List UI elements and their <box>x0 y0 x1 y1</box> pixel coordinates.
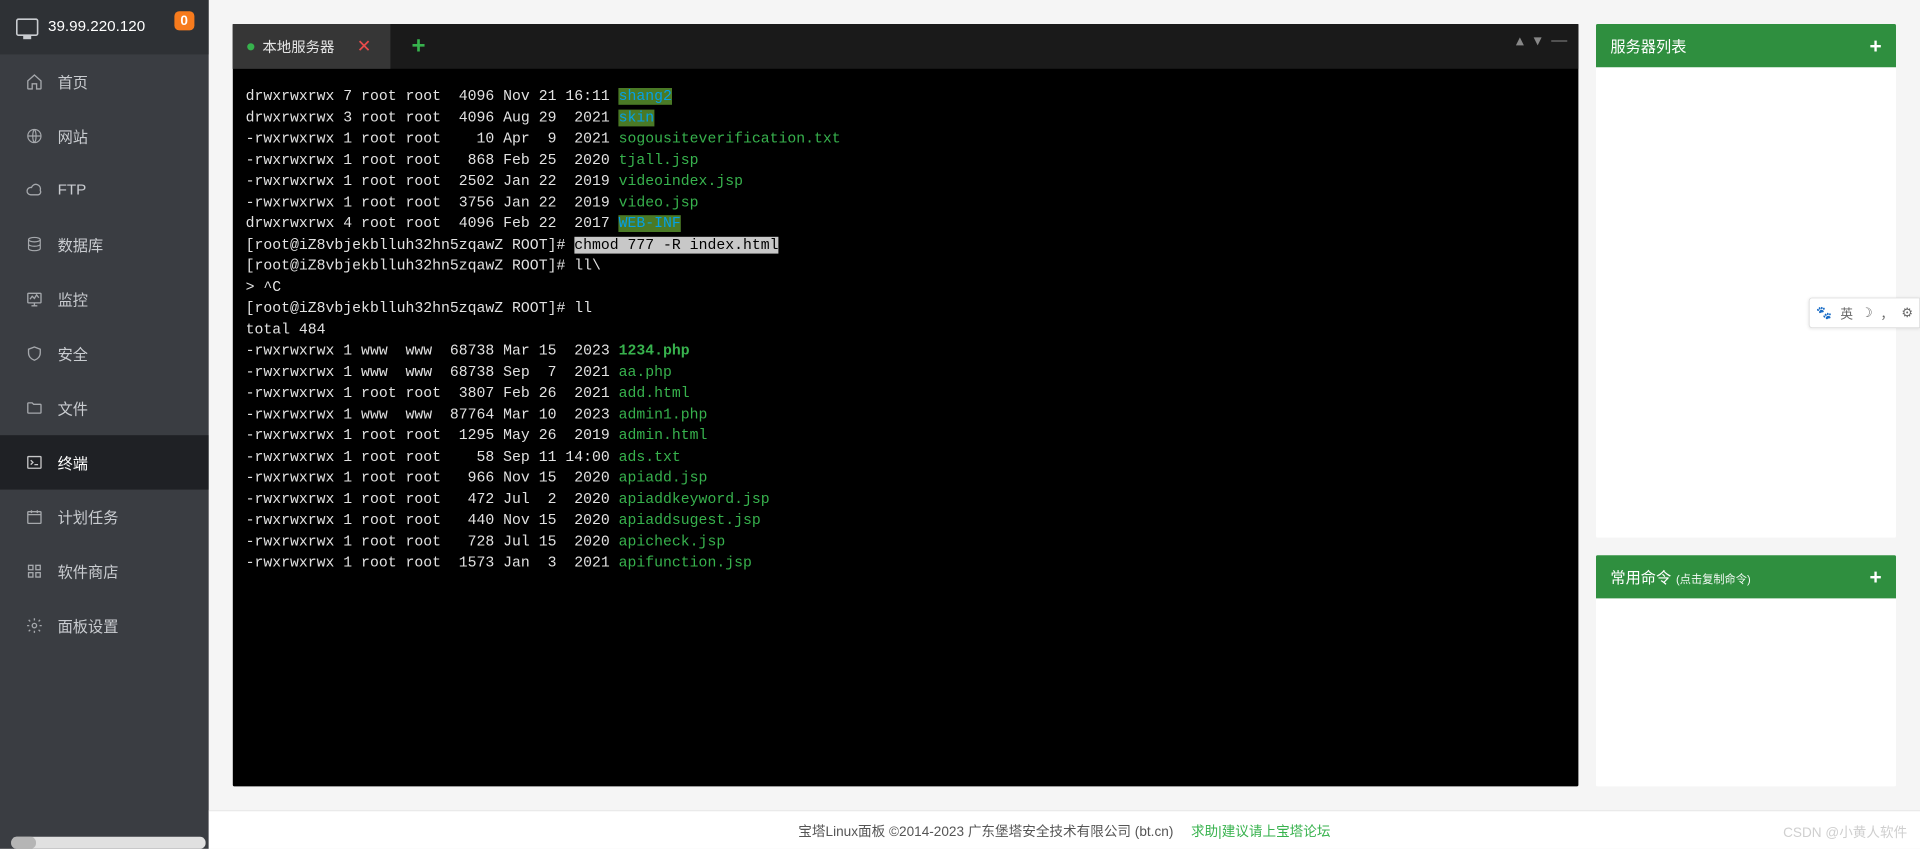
sidebar-item-label: 网站 <box>58 125 88 147</box>
terminal-container: 本地服务器 ✕ + ▴ ▾ — drwxrwxrwx 7 root root 4… <box>233 24 1579 787</box>
tabs-controls: ▴ ▾ — <box>1513 30 1571 50</box>
sidebar-item-files[interactable]: 文件 <box>0 381 209 435</box>
watermark: CSDN @小黄人软件 <box>1783 821 1907 841</box>
close-icon[interactable]: ✕ <box>357 36 372 57</box>
gear-icon <box>26 617 44 635</box>
calendar-icon <box>26 508 44 526</box>
footer: 宝塔Linux面板 ©2014-2023 广东堡塔安全技术有限公司 (bt.cn… <box>209 811 1920 849</box>
add-tab-button[interactable]: + <box>412 33 426 60</box>
add-server-button[interactable]: + <box>1869 33 1881 58</box>
sidebar-item-security[interactable]: 安全 <box>0 326 209 380</box>
notification-badge[interactable]: 0 <box>174 11 194 30</box>
sidebar-item-label: 计划任务 <box>58 506 119 528</box>
ime-lang[interactable]: 英 <box>1840 303 1853 322</box>
server-icon <box>16 18 38 36</box>
footer-links[interactable]: 求助|建议请上宝塔论坛 <box>1191 820 1331 840</box>
settings-icon[interactable]: — <box>1548 31 1570 49</box>
tab-label: 本地服务器 <box>262 36 334 57</box>
sidebar-item-panel[interactable]: 面板设置 <box>0 598 209 652</box>
server-list-panel: 服务器列表 + <box>1596 24 1896 538</box>
sidebar-item-label: 文件 <box>58 397 88 419</box>
comma-icon[interactable]: ， <box>1881 303 1894 322</box>
collapse-up-icon[interactable]: ▴ <box>1513 30 1527 50</box>
commands-body <box>1596 599 1896 693</box>
home-icon <box>26 73 44 91</box>
sidebar: 39.99.220.120 0 首页网站 FTP 数据库监控安全文件终端计划任务软件… <box>0 0 209 849</box>
status-dot-icon <box>247 43 254 50</box>
main-area: 本地服务器 ✕ + ▴ ▾ — drwxrwxrwx 7 root root 4… <box>209 0 1920 849</box>
terminal-output[interactable]: drwxrwxrwx 7 root root 4096 Nov 21 16:11… <box>233 69 1579 787</box>
db-icon <box>26 236 44 254</box>
sidebar-item-cron[interactable]: 计划任务 <box>0 490 209 544</box>
sidebar-item-terminal[interactable]: 终端 <box>0 435 209 489</box>
sidebar-item-label: 安全 <box>58 343 88 365</box>
gear-icon[interactable]: ⚙ <box>1901 305 1912 321</box>
sidebar-nav: 首页网站 FTP 数据库监控安全文件终端计划任务软件商店面板设置 <box>0 54 209 849</box>
server-list-header: 服务器列表 + <box>1596 24 1896 67</box>
sidebar-item-label: 终端 <box>58 452 88 474</box>
sidebar-item-db[interactable]: 数据库 <box>0 218 209 272</box>
sidebar-item-label: 监控 <box>58 288 88 310</box>
panel-title: 服务器列表 <box>1610 35 1686 57</box>
folder-icon <box>26 399 44 417</box>
sidebar-item-store[interactable]: 软件商店 <box>0 544 209 598</box>
sidebar-item-label: 面板设置 <box>58 615 119 637</box>
common-commands-panel: 常用命令(点击复制命令) + <box>1596 555 1896 786</box>
cloud-icon <box>26 182 44 200</box>
sidebar-item-ftp[interactable]: FTP <box>0 163 209 217</box>
panel-title: 常用命令(点击复制命令) <box>1610 566 1750 588</box>
sidebar-item-label: 软件商店 <box>58 560 119 582</box>
right-column: 服务器列表 + 常用命令(点击复制命令) + <box>1596 24 1896 787</box>
grid-icon <box>26 562 44 580</box>
ime-float-toolbar[interactable]: 🐾 英 ☽ ， ⚙ <box>1809 298 1920 328</box>
sidebar-item-label: 数据库 <box>58 234 104 256</box>
sidebar-item-home[interactable]: 首页 <box>0 54 209 108</box>
collapse-down-icon[interactable]: ▾ <box>1530 30 1544 50</box>
tab-local-server[interactable]: 本地服务器 ✕ <box>233 24 391 69</box>
sidebar-item-label: FTP <box>58 182 87 200</box>
add-command-button[interactable]: + <box>1869 565 1881 590</box>
shield-icon <box>26 345 44 363</box>
commands-header: 常用命令(点击复制命令) + <box>1596 555 1896 598</box>
paw-icon: 🐾 <box>1816 305 1832 321</box>
moon-icon[interactable]: ☽ <box>1861 305 1872 321</box>
terminal-icon <box>26 454 44 472</box>
sidebar-header: 39.99.220.120 0 <box>0 0 209 54</box>
footer-copyright: 宝塔Linux面板 ©2014-2023 广东堡塔安全技术有限公司 (bt.cn… <box>798 820 1173 840</box>
terminal-tabs: 本地服务器 ✕ + ▴ ▾ — <box>233 24 1579 69</box>
sidebar-item-label: 首页 <box>58 71 88 93</box>
globe-icon <box>26 127 44 145</box>
sidebar-item-monitor[interactable]: 监控 <box>0 272 209 326</box>
sidebar-scrollbar[interactable] <box>11 837 205 849</box>
monitor-icon <box>26 290 44 308</box>
sidebar-item-site[interactable]: 网站 <box>0 109 209 163</box>
server-ip: 39.99.220.120 <box>48 18 145 36</box>
